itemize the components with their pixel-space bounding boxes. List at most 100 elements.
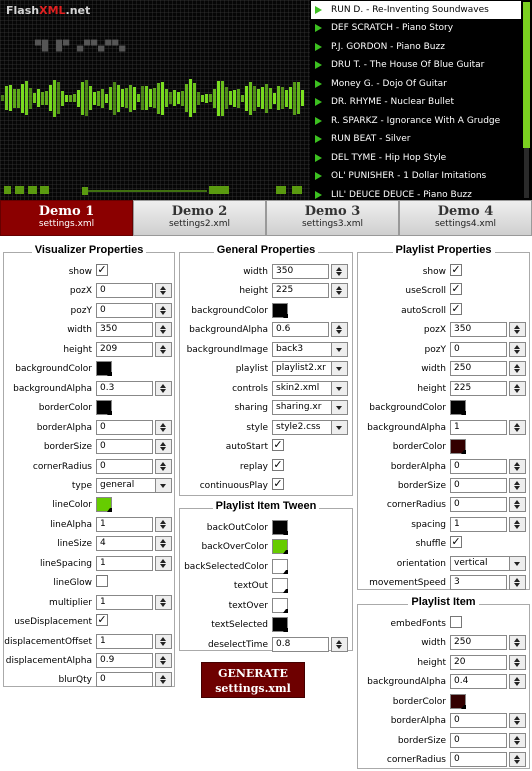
share-icon[interactable]: [276, 186, 286, 194]
width-input[interactable]: 350: [96, 322, 153, 338]
movementSpeed-stepper[interactable]: [509, 575, 526, 591]
width-input[interactable]: 350: [272, 264, 329, 279]
spacing-stepper[interactable]: [509, 516, 526, 532]
pozX-stepper[interactable]: [509, 322, 526, 338]
playlist-scrollbar[interactable]: [521, 0, 532, 200]
multiplier-stepper[interactable]: [155, 594, 172, 610]
borderSize-stepper[interactable]: [155, 439, 172, 455]
cornerRadius-stepper[interactable]: [509, 497, 526, 513]
chevron-down-icon[interactable]: [509, 556, 525, 570]
playlist-item[interactable]: P.J. GORDON - Piano Buzz: [311, 38, 521, 56]
orientation-select[interactable]: vertical: [450, 555, 526, 571]
height-stepper[interactable]: [509, 380, 526, 396]
playlist-item[interactable]: DRU T. - The House Of Blue Guitar: [311, 56, 521, 74]
pozY-stepper[interactable]: [155, 302, 172, 318]
width-stepper[interactable]: [155, 322, 172, 338]
borderSize-input[interactable]: 0: [450, 477, 507, 493]
cornerRadius-input[interactable]: 0: [450, 497, 507, 513]
generate-button[interactable]: GENERATE settings.xml: [201, 662, 305, 698]
play-icon[interactable]: [4, 186, 11, 194]
player-controls[interactable]: [4, 186, 304, 196]
chevron-down-icon[interactable]: [331, 342, 347, 356]
backgroundAlpha-input[interactable]: 0.3: [96, 380, 153, 396]
useScroll-checkbox[interactable]: ✓: [450, 283, 462, 296]
lineGlow-checkbox[interactable]: [96, 575, 108, 588]
pozY-input[interactable]: 0: [96, 302, 153, 318]
volume-icon[interactable]: [209, 186, 229, 194]
backOutColor-color-picker[interactable]: [272, 520, 288, 535]
cornerRadius-input[interactable]: 0: [450, 752, 507, 768]
playlist-item[interactable]: OL' PUNISHER - 1 Dollar Imitations: [311, 167, 521, 185]
controls-select[interactable]: skin2.xml: [272, 380, 348, 396]
deselectTime-stepper[interactable]: [331, 636, 348, 652]
backgroundAlpha-input[interactable]: 0.6: [272, 322, 329, 338]
multiplier-input[interactable]: 1: [96, 594, 153, 610]
style-select[interactable]: style2.css: [272, 419, 348, 435]
show-checkbox[interactable]: ✓: [450, 264, 462, 276]
lineColor-color-picker[interactable]: [96, 497, 112, 513]
displacementAlpha-stepper[interactable]: [155, 653, 172, 668]
playlist-item[interactable]: Money G. - Dojo Of Guitar: [311, 75, 521, 93]
backgroundAlpha-input[interactable]: 0.4: [450, 674, 507, 690]
playlist-item[interactable]: DEL TYME - Hip Hop Style: [311, 149, 521, 167]
chevron-down-icon[interactable]: [331, 362, 347, 376]
borderColor-color-picker[interactable]: [450, 439, 466, 455]
stop-icon[interactable]: [15, 186, 24, 194]
show-checkbox[interactable]: ✓: [96, 264, 108, 276]
tab-demo-2[interactable]: Demo 2 settings2.xml: [133, 200, 266, 236]
playlist-item[interactable]: RUN D. - Re-Inventing Soundwaves: [311, 0, 521, 19]
borderSize-stepper[interactable]: [509, 732, 526, 748]
backgroundAlpha-stepper[interactable]: [509, 674, 526, 690]
pozY-input[interactable]: 0: [450, 341, 507, 357]
tab-demo-4[interactable]: Demo 4 settings4.xml: [399, 200, 532, 236]
autoStart-checkbox[interactable]: ✓: [272, 439, 284, 452]
height-input[interactable]: 209: [96, 341, 153, 357]
textOut-color-picker[interactable]: [272, 578, 288, 594]
embedFonts-checkbox[interactable]: [450, 616, 462, 628]
pozX-input[interactable]: 350: [450, 322, 507, 338]
width-stepper[interactable]: [509, 635, 526, 651]
pozX-input[interactable]: 0: [96, 283, 153, 299]
prev-icon[interactable]: [28, 186, 37, 194]
lineSpacing-stepper[interactable]: [155, 555, 172, 571]
displacementAlpha-input[interactable]: 0.9: [96, 653, 153, 668]
backgroundAlpha-stepper[interactable]: [331, 322, 348, 338]
cornerRadius-stepper[interactable]: [155, 458, 172, 474]
lineAlpha-stepper[interactable]: [155, 516, 172, 532]
pozX-stepper[interactable]: [155, 283, 172, 299]
blurQty-input[interactable]: 0: [96, 672, 153, 688]
textSelected-color-picker[interactable]: [272, 617, 288, 633]
width-input[interactable]: 250: [450, 635, 507, 651]
backOverColor-color-picker[interactable]: [272, 539, 288, 555]
width-input[interactable]: 250: [450, 361, 507, 377]
replay-checkbox[interactable]: ✓: [272, 458, 284, 471]
seek-handle[interactable]: [82, 187, 88, 195]
playlist-item[interactable]: DEF SCRATCH - Piano Story: [311, 19, 521, 37]
chevron-down-icon[interactable]: [155, 478, 171, 492]
displacementOffset-stepper[interactable]: [155, 633, 172, 649]
spacing-input[interactable]: 1: [450, 516, 507, 532]
backSelectedColor-color-picker[interactable]: [272, 558, 288, 574]
autoScroll-checkbox[interactable]: ✓: [450, 302, 462, 315]
borderAlpha-stepper[interactable]: [509, 713, 526, 729]
chevron-down-icon[interactable]: [331, 381, 347, 395]
displacementOffset-input[interactable]: 1: [96, 633, 153, 649]
height-input[interactable]: 225: [450, 380, 507, 396]
playlist-select[interactable]: playlist2.xr: [272, 361, 348, 377]
height-input[interactable]: 225: [272, 283, 329, 299]
height-stepper[interactable]: [509, 654, 526, 670]
chevron-down-icon[interactable]: [331, 401, 347, 415]
type-select[interactable]: general: [96, 477, 172, 493]
tab-demo-3[interactable]: Demo 3 settings3.xml: [266, 200, 399, 236]
borderAlpha-input[interactable]: 0: [450, 458, 507, 474]
deselectTime-input[interactable]: 0.8: [272, 636, 329, 652]
backgroundColor-color-picker[interactable]: [96, 361, 112, 377]
playlist-item[interactable]: RUN BEAT - Silver: [311, 130, 521, 148]
playlist-item[interactable]: R. SPARKZ - Ignorance With A Grudge: [311, 112, 521, 130]
textOver-color-picker[interactable]: [272, 597, 288, 613]
blurQty-stepper[interactable]: [155, 672, 172, 688]
lineSize-stepper[interactable]: [155, 536, 172, 552]
lineSpacing-input[interactable]: 1: [96, 555, 153, 571]
backgroundAlpha-stepper[interactable]: [155, 380, 172, 396]
borderSize-input[interactable]: 0: [96, 439, 153, 455]
